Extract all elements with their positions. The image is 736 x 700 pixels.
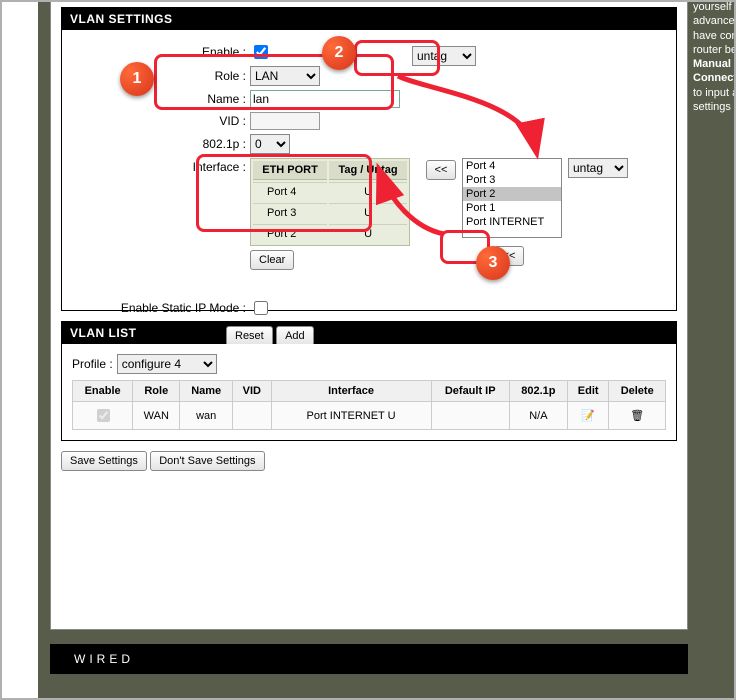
table-row: Port 2U — [253, 224, 407, 243]
tag-untag-side-select[interactable]: untag — [568, 158, 628, 178]
col-vid: VID — [233, 381, 272, 402]
vlan-settings-header: VLAN SETTINGS — [62, 8, 676, 30]
eth-header-port: ETH PORT — [253, 161, 327, 180]
list-item[interactable]: Port 2 — [463, 187, 561, 201]
enable-checkbox[interactable] — [254, 45, 268, 59]
table-row: WAN wan Port INTERNET U N/A 📝 🗑 — [73, 402, 666, 430]
move-left-button-top[interactable]: << — [426, 160, 456, 180]
vid-input[interactable] — [250, 112, 320, 130]
table-row: Port 3U — [253, 203, 407, 222]
enable-static-checkbox[interactable] — [254, 301, 268, 315]
clear-button[interactable]: Clear — [250, 250, 294, 270]
save-settings-button[interactable]: Save Settings — [61, 451, 147, 471]
move-left-button-bottom[interactable]: << — [494, 246, 524, 266]
col-8021p: 802.1p — [509, 381, 567, 402]
enable-static-label: Enable Static IP Mode : — [72, 301, 250, 315]
col-defaultip: Default IP — [431, 381, 509, 402]
vlan-list-table: Enable Role Name VID Interface Default I… — [72, 380, 666, 430]
col-role: Role — [133, 381, 180, 402]
table-row: Port 4U — [253, 182, 407, 201]
col-interface: Interface — [271, 381, 431, 402]
vid-label: VID : — [72, 114, 250, 128]
col-edit: Edit — [567, 381, 609, 402]
add-button[interactable]: Add — [276, 326, 314, 346]
eth-header-tag: Tag / Untag — [329, 161, 407, 180]
tag-untag-top-select[interactable]: untag — [412, 46, 476, 66]
ports-listbox[interactable]: Port 4 Port 3 Port 2 Port 1 Port INTERNE… — [462, 158, 562, 238]
list-item[interactable]: Port INTERNET — [463, 215, 561, 229]
profile-select[interactable]: configure 4 — [117, 354, 217, 374]
role-select[interactable]: LAN — [250, 66, 320, 86]
enable-label: Enable : — [72, 45, 250, 59]
col-delete: Delete — [609, 381, 666, 402]
interface-label: Interface : — [72, 158, 250, 174]
role-label: Role : — [72, 69, 250, 83]
8021p-label: 802.1p : — [72, 137, 250, 151]
col-enable: Enable — [73, 381, 133, 402]
delete-icon[interactable]: 🗑 — [630, 410, 644, 422]
footer-label: WIRED — [50, 644, 688, 674]
profile-label: Profile : — [72, 357, 113, 371]
name-label: Name : — [72, 92, 250, 106]
help-sidebar: yourself a advanced have confi router be… — [693, 0, 736, 114]
row-enable-checkbox — [97, 409, 110, 422]
reset-button[interactable]: Reset — [226, 326, 273, 346]
8021p-select[interactable]: 0 — [250, 134, 290, 154]
edit-icon[interactable]: 📝 — [581, 410, 595, 422]
list-item[interactable]: Port 3 — [463, 173, 561, 187]
list-item[interactable]: Port 4 — [463, 159, 561, 173]
col-name: Name — [180, 381, 233, 402]
name-input[interactable] — [250, 90, 400, 108]
eth-port-table: ETH PORT Tag / Untag Port 4U Port 3U Por… — [250, 158, 410, 246]
dont-save-settings-button[interactable]: Don't Save Settings — [150, 451, 264, 471]
list-item[interactable]: Port 1 — [463, 201, 561, 215]
